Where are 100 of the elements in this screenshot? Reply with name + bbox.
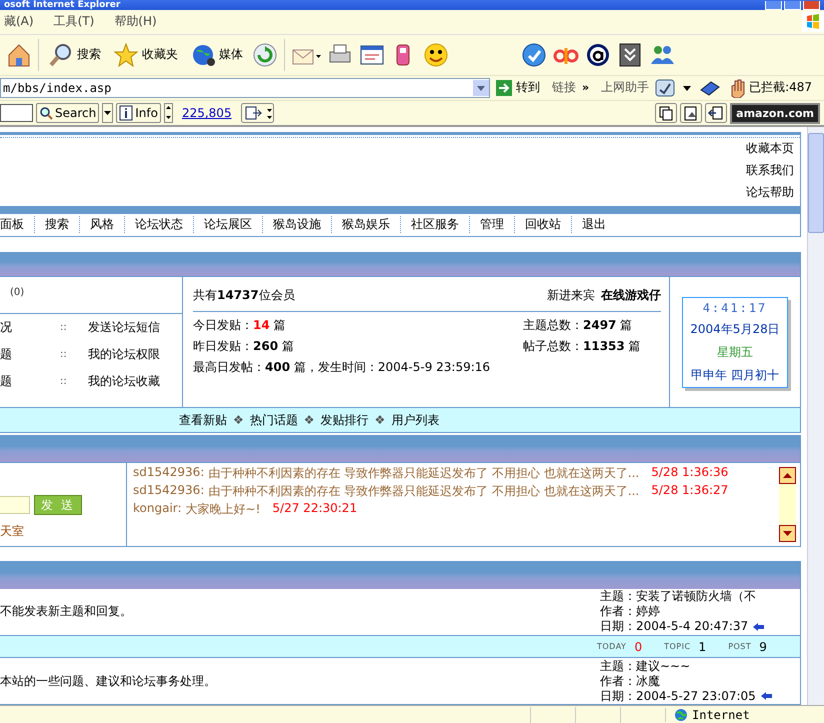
last-post-date: 日期：2004-5-27 23:07:05 [600,688,756,704]
menu-item[interactable]: 工具(T) [54,13,94,30]
check-circle-icon[interactable] [521,42,547,68]
checkbox-icon[interactable] [655,78,676,98]
quick-link[interactable]: 热门话题 [250,412,298,429]
stat-text: 帖子总数：11353 篇 [523,338,642,356]
stat-label: POST [728,642,752,652]
panel-link[interactable]: 题 [0,373,60,390]
amazon-button[interactable]: amazon.com [730,102,820,124]
info-button[interactable]: Info [116,103,161,124]
nav-link[interactable]: 猴岛娱乐 [331,216,400,234]
dropdown-icon[interactable] [102,103,114,124]
menu-item[interactable]: 藏(A) [4,13,34,30]
nav-link[interactable]: 论坛展区 [193,216,262,234]
search-field[interactable] [0,104,33,122]
chat-input[interactable] [0,496,30,514]
scroll-down-icon[interactable] [779,525,796,542]
count-link[interactable]: 225,805 [182,106,232,120]
security-zone: Internet [665,708,824,722]
menu-item[interactable]: 帮助(H) [114,13,157,30]
separator-icon: ❖ [304,413,315,428]
message-count[interactable]: (0) [10,287,24,298]
blocked-count[interactable]: 已拦截:487 [727,78,812,98]
last-topic-link[interactable]: 主题：建议~~~ [600,658,800,674]
stat-text: 主题总数：2497 篇 [523,317,634,334]
chevron-down-icon[interactable] [617,42,643,68]
last-post-author: 作者：婷婷 [600,604,661,620]
nav-link[interactable]: 风格 [79,216,124,234]
separator-icon: ❖ [233,413,244,428]
toolbar-button[interactable]: 收藏夹 [110,42,181,68]
nav-link[interactable]: 搜索 [34,216,79,234]
arrow-left-icon[interactable] [760,691,773,702]
stat-text: 昨日发贴：260 篇 [193,338,295,356]
image-icon[interactable] [680,103,702,124]
newest-member-name[interactable]: 在线游戏仔 [601,288,661,302]
separator-text: :: [60,376,68,388]
nav-link[interactable]: 管理 [469,216,514,234]
panel-link[interactable]: 发送论坛短信 [88,319,160,336]
go-button[interactable]: 转到 [496,79,540,96]
address-field[interactable]: m/bbs/index.asp [0,78,490,98]
nav-link[interactable]: 论坛状态 [124,216,193,234]
header-link[interactable]: 论坛帮助 [746,184,794,202]
stat-value: 1 [698,640,706,654]
clock-date: 2004年5月28日 [690,320,780,338]
toolbar-button[interactable]: 搜索 [45,42,104,68]
nav-link[interactable]: 面板 [0,216,34,234]
spinner-icon[interactable] [164,103,173,124]
chat-room-link[interactable]: 天室 [0,522,126,540]
quick-link[interactable]: 发贴排行 [320,412,369,429]
panel-link[interactable]: 我的论坛权限 [88,346,160,364]
clock-weekday: 星期五 [717,344,753,361]
nav-link[interactable]: 退出 [571,216,616,234]
forum-description: 本站的一些问题、建议和论坛事务处理。 [0,672,216,690]
quick-link[interactable]: 查看新贴 [179,412,227,429]
maximize-button[interactable] [784,0,801,10]
panel-link[interactable]: 题 [0,346,60,364]
newest-member-label: 新进来宾 [547,288,595,302]
minimize-button[interactable] [765,0,782,10]
panel-link[interactable]: 我的论坛收藏 [88,373,160,390]
smiley-icon[interactable] [423,42,449,68]
nav-link[interactable]: 回收站 [514,216,571,234]
circle-letter-icon[interactable] [585,42,611,68]
stat-label: TOPIC [664,642,691,652]
separator-text: :: [60,349,68,360]
chat-scrollbar[interactable] [779,466,796,542]
quick-link[interactable]: 用户列表 [391,412,440,429]
arrow-left-icon[interactable] [752,622,766,632]
nav-link[interactable]: 猴岛设施 [262,216,331,234]
star-icon[interactable] [113,42,139,68]
panel-link[interactable]: 况 [0,319,60,336]
close-button[interactable] [803,0,820,10]
copy-icon[interactable] [655,103,678,124]
header-link[interactable]: 联系我们 [746,162,794,180]
more-links[interactable]: » [582,81,590,94]
last-post-date: 日期：2004-5-4 20:47:37 [600,619,748,634]
header-link[interactable]: 收藏本页 [746,140,794,158]
toolbar-button[interactable]: 媒体 [187,42,246,68]
chat-message: kongair: 大家晚上好~! 5/27 22:30:21 [133,500,358,518]
history-icon[interactable] [252,42,278,68]
scroll-up-icon[interactable] [779,466,796,484]
info-icon[interactable] [119,105,134,122]
window-title: osoft Internet Explorer [3,0,120,10]
search-icon[interactable] [48,42,74,68]
share-icon[interactable] [240,103,274,124]
forum-description: 不能发表新主题和回复。 [0,603,132,620]
separator-text: :: [60,322,68,334]
search-icon[interactable] [39,106,53,120]
last-post-author: 作者：冰魔 [600,674,661,689]
search-button[interactable]: Search [36,103,100,124]
separator-icon: ❖ [374,413,386,428]
record-text: 最高日发帖：400 篇，发生时间：2004-5-9 23:59:16 [193,359,492,376]
back-page-icon[interactable] [705,103,728,124]
last-topic-link[interactable]: 主题：安装了诺顿防火墙（不 [600,589,800,604]
page-scrollbar[interactable] [807,127,824,706]
nav-link[interactable]: 社区服务 [400,216,469,234]
chat-message: sd1542936: 由于种种不利因素的存在 导致作弊器只能延迟发布了 不用担心 也就在这两天了... 5/28 1:36:27 [133,482,730,500]
home-icon[interactable] [6,42,32,68]
windows-logo-icon[interactable] [802,12,824,32]
arrow-right-icon[interactable] [496,80,512,96]
helper-label[interactable]: 上网助手 [601,79,650,96]
